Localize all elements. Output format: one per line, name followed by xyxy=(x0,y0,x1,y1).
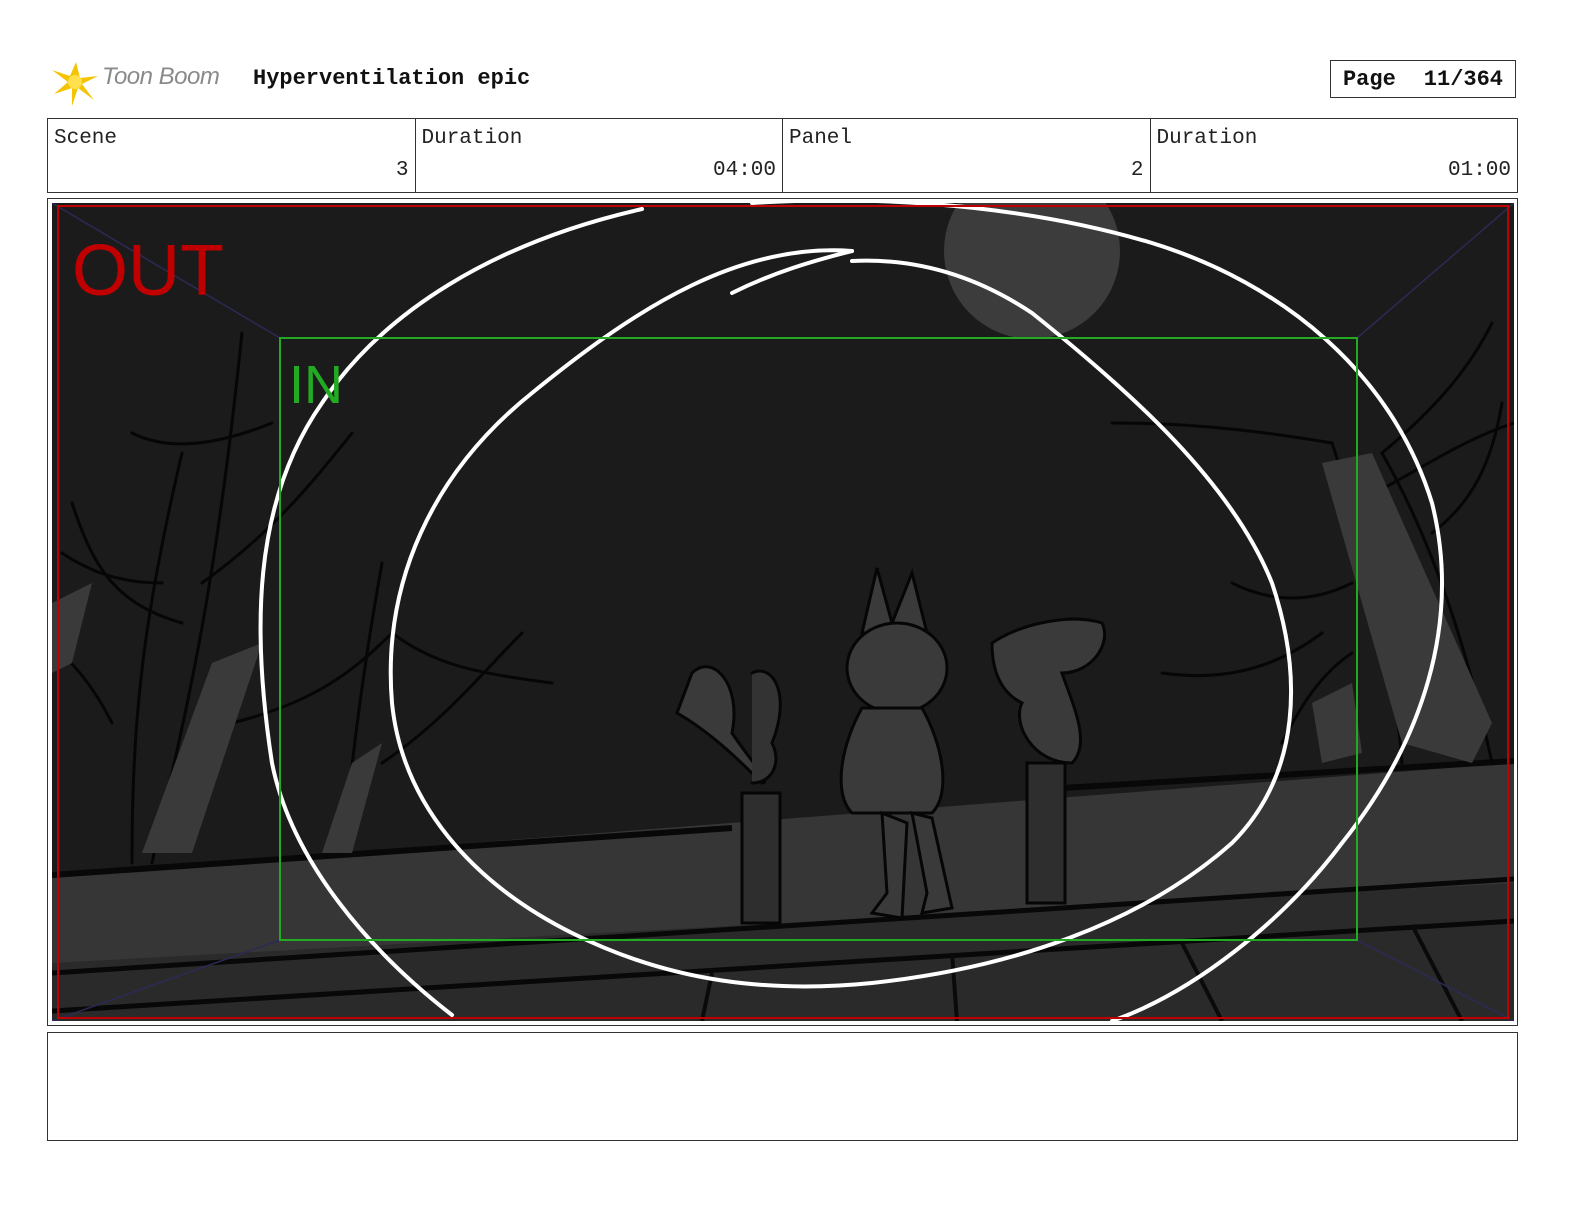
scene-duration-cell: Duration 04:00 xyxy=(416,119,783,192)
scene-label: Scene xyxy=(54,127,118,150)
scene-duration-value: 04:00 xyxy=(712,159,776,182)
panel-value: 2 xyxy=(1130,159,1144,182)
page-label: Page xyxy=(1342,66,1396,92)
scene-info-table: Scene 3 Duration 04:00 Panel 2 Duration … xyxy=(47,118,1518,193)
panel-duration-label: Duration xyxy=(1156,127,1258,150)
panel-notes-box xyxy=(47,1032,1518,1141)
page-number: 11/364 xyxy=(1423,66,1504,92)
toon-boom-logo: Toon Boom xyxy=(50,56,240,108)
in-frame-label: IN xyxy=(289,355,343,415)
panel-duration-value: 01:00 xyxy=(1447,159,1511,182)
out-frame-label: OUT xyxy=(72,231,224,311)
logo-wordmark: Toon Boom xyxy=(102,63,220,90)
project-title: Hyperventilation epic xyxy=(253,66,531,91)
scene-value: 3 xyxy=(395,159,409,182)
panel-label: Panel xyxy=(789,127,853,150)
scene-cell: Scene 3 xyxy=(48,119,416,192)
storyboard-panel-image: OUT IN xyxy=(52,203,1514,1021)
panel-duration-cell: Duration 01:00 xyxy=(1151,119,1518,192)
sun-flare-icon xyxy=(52,62,98,106)
page-indicator: Page 11/364 xyxy=(1330,60,1516,98)
panel-sketch: OUT IN xyxy=(52,203,1514,1021)
panel-cell: Panel 2 xyxy=(783,119,1151,192)
scene-duration-label: Duration xyxy=(421,127,523,150)
